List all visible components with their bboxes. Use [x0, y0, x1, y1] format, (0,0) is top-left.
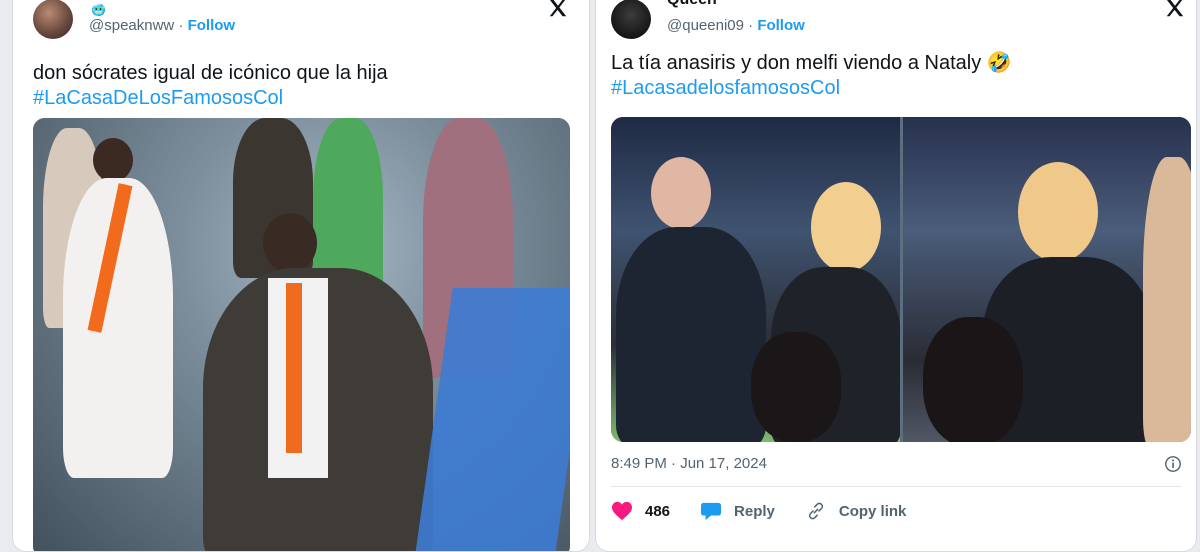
heart-icon [612, 501, 632, 521]
hashtag-link[interactable]: #LacasadelosfamososCol [611, 76, 1171, 101]
tweet-header: 🥶 @speaknww · Follow [33, 0, 569, 43]
author-handle[interactable]: @speaknww [89, 17, 174, 34]
x-logo-icon[interactable] [547, 0, 569, 19]
reply-label: Reply [734, 502, 775, 520]
reply-icon [701, 502, 722, 521]
avatar[interactable] [611, 0, 651, 39]
photo-right[interactable] [902, 117, 1191, 442]
x-logo-icon[interactable] [1164, 0, 1186, 19]
link-icon [808, 502, 823, 520]
follow-button[interactable]: Follow [757, 17, 805, 34]
avatar[interactable] [33, 0, 73, 39]
photo-left[interactable] [611, 117, 900, 442]
author-line: @queeni09 · Follow [667, 17, 805, 34]
timestamp[interactable]: 8:49 PM · Jun 17, 2024 [611, 455, 767, 472]
tweet-text: don sócrates igual de icónico que la hij… [33, 61, 573, 111]
tweet-text: La tía anasiris y don melfi viendo a Nat… [611, 51, 1171, 101]
author-name[interactable]: Queen [667, 0, 717, 9]
right-tweet-card[interactable]: Queen @queeni09 · Follow La tía anasiris… [595, 0, 1197, 552]
like-button[interactable]: 486 [611, 501, 670, 521]
left-tweet-card[interactable]: 🥶 @speaknww · Follow don sócrates igual … [12, 0, 590, 552]
tweet-actions: 486 Reply Copy link [611, 501, 936, 521]
stage-photo [33, 118, 570, 551]
copy-link-button[interactable]: Copy link [805, 501, 907, 521]
tweet-media[interactable] [611, 117, 1191, 442]
tweet-header: Queen @queeni09 · Follow [611, 0, 1184, 43]
tweet-body: La tía anasiris y don melfi viendo a Nat… [611, 52, 1012, 74]
author-handle[interactable]: @queeni09 [667, 17, 744, 34]
tweet-media[interactable] [33, 118, 570, 551]
like-count: 486 [645, 502, 671, 520]
copy-link-label: Copy link [838, 502, 907, 520]
tweet-body: don sócrates igual de icónico que la hij… [33, 62, 388, 84]
hashtag-link[interactable]: #LaCasaDeLosFamososCol [33, 86, 573, 111]
badge-emoji-icon: 🥶 [91, 3, 106, 17]
info-icon[interactable] [1164, 455, 1182, 473]
reply-button[interactable]: Reply [700, 501, 775, 521]
author-line: @speaknww · Follow [89, 17, 236, 34]
divider [611, 486, 1181, 487]
follow-button[interactable]: Follow [188, 17, 236, 34]
